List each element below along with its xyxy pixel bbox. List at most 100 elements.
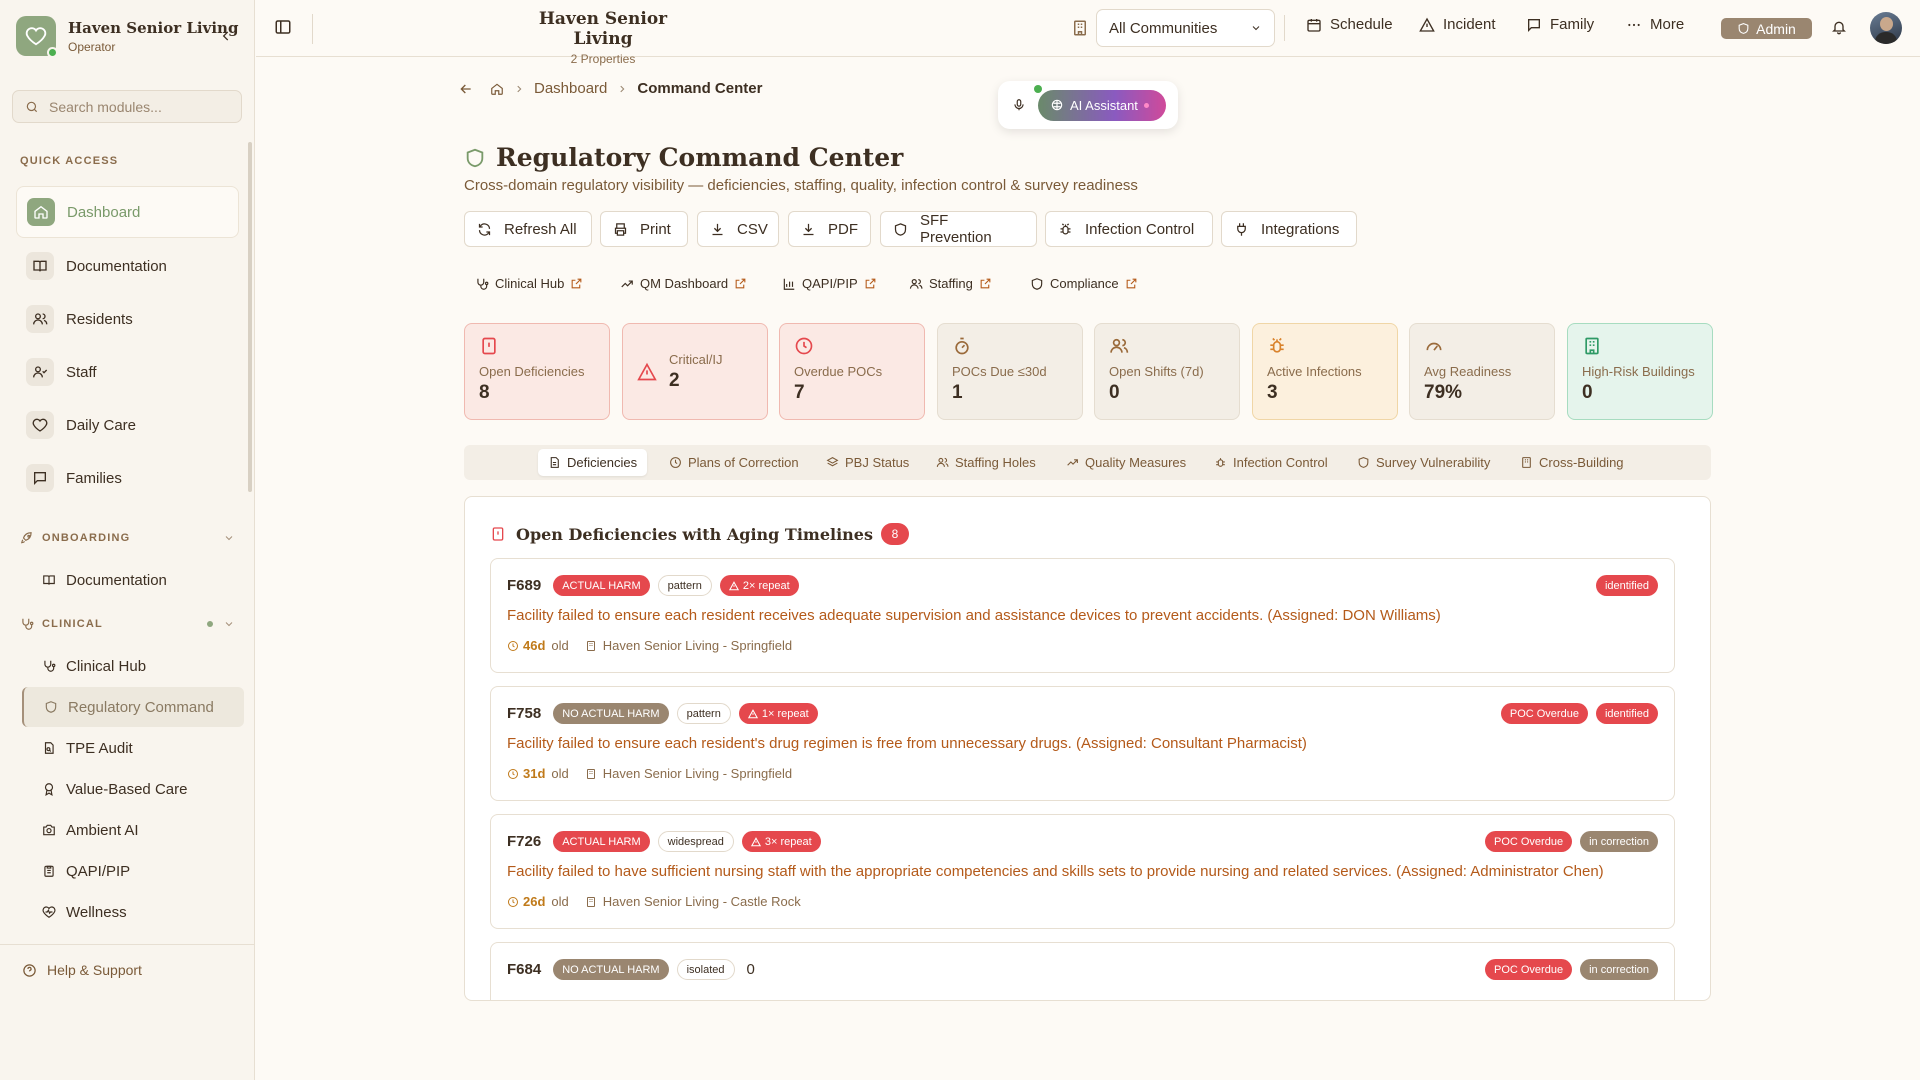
csv-button[interactable]: CSV	[697, 211, 779, 247]
sidebar-item-label: Clinical Hub	[66, 657, 147, 675]
file-audit-icon	[42, 741, 56, 755]
sff-prevention-button[interactable]: SFF Prevention	[880, 211, 1037, 247]
building-icon	[585, 640, 597, 652]
sidebar-item-families[interactable]: Families	[16, 452, 239, 504]
help-support-link[interactable]: Help & Support	[22, 962, 142, 978]
sidebar-item-tpe-audit[interactable]: TPE Audit	[22, 728, 244, 768]
print-button[interactable]: Print	[600, 211, 688, 247]
deficiency-card[interactable]: F726 ACTUAL HARM widespread 3× repeat PO…	[490, 814, 1675, 929]
divider	[312, 14, 313, 44]
plug-icon	[1234, 222, 1249, 237]
alert-triangle-icon	[637, 362, 657, 382]
sidebar-item-value-based-care[interactable]: Value-Based Care	[22, 769, 244, 809]
sidebar-item-label: Ambient AI	[66, 821, 139, 839]
infection-control-label: Infection Control	[1085, 220, 1195, 238]
kpi-value: 79%	[1424, 382, 1463, 403]
sidebar-item-qapi-pip[interactable]: QAPI/PIP	[22, 851, 244, 891]
sidebar-item-onboarding-documentation[interactable]: Documentation	[22, 560, 244, 600]
tab-quality-measures[interactable]: Quality Measures	[1056, 449, 1196, 476]
kpi-active-infections[interactable]: Active Infections 3	[1252, 323, 1398, 420]
incident-button[interactable]: Incident	[1419, 16, 1496, 33]
chevron-down-icon	[1250, 22, 1262, 34]
sidebar-item-daily-care[interactable]: Daily Care	[16, 399, 239, 451]
deficiency-card[interactable]: F684 NO ACTUAL HARM isolated 0 POC Overd…	[490, 942, 1675, 1000]
kpi-high-risk-buildings[interactable]: High-Risk Buildings 0	[1567, 323, 1713, 420]
tab-pbj-status[interactable]: PBJ Status	[816, 449, 919, 476]
kpi-pocs-due[interactable]: POCs Due ≤30d 1	[937, 323, 1083, 420]
sidebar-item-regulatory-command[interactable]: Regulatory Command	[22, 687, 244, 727]
deficiency-card[interactable]: F758 NO ACTUAL HARM pattern 1× repeat PO…	[490, 686, 1675, 801]
header-title: Haven Senior Living	[538, 9, 668, 49]
kpi-overdue-pocs[interactable]: Overdue POCs 7	[779, 323, 925, 420]
link-qm-dashboard[interactable]: QM Dashboard	[620, 276, 747, 291]
more-button[interactable]: More	[1626, 16, 1684, 33]
refresh-all-button[interactable]: Refresh All	[464, 211, 592, 247]
ai-assistant-widget: AI Assistant	[998, 81, 1178, 129]
link-staffing[interactable]: Staffing	[909, 276, 992, 291]
clipboard-icon	[42, 864, 56, 878]
brand-logo-heart-icon	[16, 16, 58, 58]
community-select[interactable]: All Communities	[1096, 9, 1275, 47]
building-icon	[585, 896, 597, 908]
link-compliance[interactable]: Compliance	[1030, 276, 1138, 291]
admin-label: Admin	[1756, 20, 1796, 37]
link-label: QM Dashboard	[640, 276, 729, 291]
user-avatar[interactable]	[1870, 12, 1902, 44]
kpi-value: 2	[669, 369, 680, 391]
tab-cross-building[interactable]: Cross-Building	[1510, 449, 1634, 476]
kpi-open-deficiencies[interactable]: Open Deficiencies 8	[464, 323, 610, 420]
group-onboarding[interactable]: ONBOARDING	[20, 531, 235, 545]
age-days: 46d	[523, 638, 546, 653]
tab-plans-of-correction[interactable]: Plans of Correction	[659, 449, 809, 476]
kpi-avg-readiness[interactable]: Avg Readiness 79%	[1409, 323, 1555, 420]
family-button[interactable]: Family	[1526, 16, 1594, 33]
tab-label: Infection Control	[1233, 455, 1328, 470]
tab-infection-control[interactable]: Infection Control	[1204, 449, 1338, 476]
sidebar-item-dashboard[interactable]: Dashboard	[16, 186, 239, 238]
page-subtitle: Cross-domain regulatory visibility — def…	[464, 177, 1138, 194]
sidebar-toggle-icon[interactable]	[274, 18, 292, 36]
kpi-open-shifts[interactable]: Open Shifts (7d) 0	[1094, 323, 1240, 420]
bell-icon[interactable]	[1831, 19, 1847, 35]
deficiency-card[interactable]: F689 ACTUAL HARM pattern 2× repeat ident…	[490, 558, 1675, 673]
mic-status-dot	[1034, 85, 1042, 93]
collapse-sidebar-chevron-left-icon[interactable]	[216, 26, 236, 46]
link-clinical-hub[interactable]: Clinical Hub	[475, 276, 583, 291]
search-input[interactable]	[49, 98, 229, 115]
tab-survey-vulnerability[interactable]: Survey Vulnerability	[1347, 449, 1500, 476]
award-icon	[42, 782, 56, 796]
infection-control-button[interactable]: Infection Control	[1045, 211, 1213, 247]
kpi-critical-ij[interactable]: Critical/IJ 2	[622, 323, 768, 420]
sidebar-item-wellness[interactable]: Wellness	[22, 892, 244, 932]
back-arrow-icon[interactable]	[458, 81, 474, 97]
help-circle-icon	[22, 963, 37, 978]
brand[interactable]: Haven Senior Living Operator	[16, 16, 238, 58]
tab-deficiencies[interactable]: Deficiencies	[538, 449, 648, 476]
shield-icon	[1357, 456, 1370, 469]
integrations-button[interactable]: Integrations	[1221, 211, 1357, 247]
tab-staffing-holes[interactable]: Staffing Holes	[926, 449, 1046, 476]
top-header: Haven Senior Living 2 Properties All Com…	[256, 0, 1920, 66]
breadcrumb-home-icon[interactable]	[490, 82, 504, 96]
sidebar-item-ambient-ai[interactable]: Ambient AI	[22, 810, 244, 850]
clock-icon	[794, 336, 910, 356]
microphone-icon[interactable]	[1012, 98, 1026, 112]
building-icon	[1582, 336, 1698, 356]
group-clinical[interactable]: CLINICAL	[20, 617, 235, 631]
sff-prevention-label: SFF Prevention	[920, 212, 992, 246]
sidebar-item-clinical-hub[interactable]: Clinical Hub	[22, 646, 244, 686]
sidebar-item-staff[interactable]: Staff	[16, 346, 239, 398]
breadcrumb-dashboard[interactable]: Dashboard	[534, 80, 607, 97]
pdf-button[interactable]: PDF	[788, 211, 871, 247]
age-days: 26d	[523, 894, 546, 909]
module-search[interactable]	[12, 90, 242, 123]
chevron-down-icon	[223, 618, 235, 630]
sidebar-scrollbar[interactable]	[248, 142, 252, 492]
link-qapi-pip[interactable]: QAPI/PIP	[782, 276, 877, 291]
sidebar-item-documentation[interactable]: Documentation	[16, 240, 239, 292]
admin-badge[interactable]: Admin	[1721, 18, 1812, 39]
ai-assistant-button[interactable]: AI Assistant	[1038, 89, 1166, 121]
sidebar-item-residents[interactable]: Residents	[16, 293, 239, 345]
chevron-right-icon	[514, 84, 524, 94]
schedule-button[interactable]: Schedule	[1306, 16, 1393, 33]
